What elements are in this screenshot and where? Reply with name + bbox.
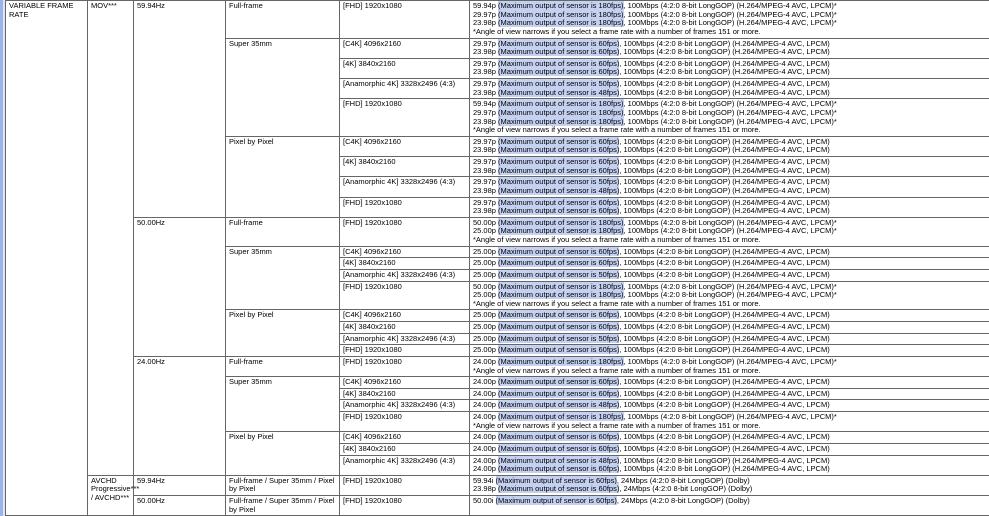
area: Super 35mm bbox=[226, 38, 340, 136]
area: Super 35mm bbox=[226, 246, 340, 310]
detail: 50.00i (Maximum output of sensor is 60fp… bbox=[470, 496, 989, 516]
area: Pixel by Pixel bbox=[226, 432, 340, 476]
detail: 24.00p (Maximum output of sensor is 180f… bbox=[470, 356, 989, 376]
res: [4K] 3840x2160 bbox=[340, 58, 470, 78]
area: Full-frame bbox=[226, 217, 340, 246]
res: [4K] 3840x2160 bbox=[340, 388, 470, 400]
table-row: 50.00Hz Full-frame [FHD] 1920x1080 50.00… bbox=[6, 217, 989, 246]
detail: 24.00p (Maximum output of sensor is 60fp… bbox=[470, 377, 989, 389]
detail: 24.00p (Maximum output of sensor is 60fp… bbox=[470, 388, 989, 400]
area: Pixel by Pixel bbox=[226, 310, 340, 357]
detail: 25.00p (Maximum output of sensor is 60fp… bbox=[470, 246, 989, 258]
detail: 25.00p (Maximum output of sensor is 60fp… bbox=[470, 345, 989, 357]
table-row: AVCHD Progressive*** / AVCHD*** 59.94Hz … bbox=[6, 475, 989, 495]
res: [Anamorphic 4K] 3328x2496 (4:3) bbox=[340, 177, 470, 197]
detail: 50.00p (Maximum output of sensor is 180f… bbox=[470, 217, 989, 246]
res: [FHD] 1920x1080 bbox=[340, 281, 470, 310]
res: [Anamorphic 4K] 3328x2496 (4:3) bbox=[340, 455, 470, 475]
res: [FHD] 1920x1080 bbox=[340, 345, 470, 357]
res: [Anamorphic 4K] 3328x2496 (4:3) bbox=[340, 333, 470, 345]
res: [C4K] 4096x2160 bbox=[340, 38, 470, 58]
detail: 25.00p (Maximum output of sensor is 60fp… bbox=[470, 310, 989, 322]
res: [FHD] 1920x1080 bbox=[340, 99, 470, 137]
detail: 29.97p (Maximum output of sensor is 60fp… bbox=[470, 136, 989, 156]
table-row: VARIABLE FRAME RATE MOV*** 59.94Hz Full-… bbox=[6, 1, 989, 39]
area: Pixel by Pixel bbox=[226, 136, 340, 217]
detail: 24.00p (Maximum output of sensor is 48fp… bbox=[470, 400, 989, 412]
freq: 24.00Hz bbox=[134, 356, 226, 475]
res: [FHD] 1920x1080 bbox=[340, 475, 470, 495]
detail: 59.94p (Maximum output of sensor is 180f… bbox=[470, 99, 989, 137]
detail: 25.00p (Maximum output of sensor is 60fp… bbox=[470, 322, 989, 334]
freq: 50.00Hz bbox=[134, 496, 226, 516]
detail: 24.00p (Maximum output of sensor is 48fp… bbox=[470, 455, 989, 475]
area: Full-frame bbox=[226, 356, 340, 376]
res: [FHD] 1920x1080 bbox=[340, 197, 470, 217]
codec-avchd: AVCHD Progressive*** / AVCHD*** bbox=[88, 475, 134, 516]
detail: 59.94p (Maximum output of sensor is 180f… bbox=[470, 1, 989, 39]
detail: 25.00p (Maximum output of sensor is 50fp… bbox=[470, 269, 989, 281]
res: [FHD] 1920x1080 bbox=[340, 217, 470, 246]
detail: 25.00p (Maximum output of sensor is 60fp… bbox=[470, 258, 989, 270]
detail: 29.97p (Maximum output of sensor is 60fp… bbox=[470, 58, 989, 78]
area: Super 35mm bbox=[226, 377, 340, 432]
detail: 29.97p (Maximum output of sensor is 60fp… bbox=[470, 38, 989, 58]
table-row: 24.00Hz Full-frame [FHD] 1920x1080 24.00… bbox=[6, 356, 989, 376]
res: [C4K] 4096x2160 bbox=[340, 377, 470, 389]
freq: 59.94Hz bbox=[134, 1, 226, 218]
res: [C4K] 4096x2160 bbox=[340, 246, 470, 258]
res: [FHD] 1920x1080 bbox=[340, 412, 470, 432]
codec-mov: MOV*** bbox=[88, 1, 134, 476]
detail: 29.97p (Maximum output of sensor is 60fp… bbox=[470, 157, 989, 177]
res: [FHD] 1920x1080 bbox=[340, 496, 470, 516]
detail: 24.00p (Maximum output of sensor is 60fp… bbox=[470, 443, 989, 455]
freq: 50.00Hz bbox=[134, 217, 226, 356]
res: [4K] 3840x2160 bbox=[340, 443, 470, 455]
detail: 29.97p (Maximum output of sensor is 50fp… bbox=[470, 79, 989, 99]
detail: 24.00p (Maximum output of sensor is 180f… bbox=[470, 412, 989, 432]
res: [C4K] 4096x2160 bbox=[340, 310, 470, 322]
detail: 25.00p (Maximum output of sensor is 50fp… bbox=[470, 333, 989, 345]
spec-table-wrap: VARIABLE FRAME RATE MOV*** 59.94Hz Full-… bbox=[0, 0, 989, 516]
detail: 24.00p (Maximum output of sensor is 60fp… bbox=[470, 432, 989, 444]
table-row: 50.00Hz Full-frame / Super 35mm / Pixel … bbox=[6, 496, 989, 516]
detail: 59.94i (Maximum output of sensor is 60fp… bbox=[470, 475, 989, 495]
freq: 59.94Hz bbox=[134, 475, 226, 495]
cat-header: VARIABLE FRAME RATE bbox=[6, 1, 88, 516]
res: [4K] 3840x2160 bbox=[340, 322, 470, 334]
area: Full-frame / Super 35mm / Pixel by Pixel bbox=[226, 475, 340, 495]
detail: 29.97p (Maximum output of sensor is 60fp… bbox=[470, 197, 989, 217]
res: [C4K] 4096x2160 bbox=[340, 432, 470, 444]
res: [Anamorphic 4K] 3328x2496 (4:3) bbox=[340, 269, 470, 281]
res: [Anamorphic 4K] 3328x2496 (4:3) bbox=[340, 79, 470, 99]
res: [Anamorphic 4K] 3328x2496 (4:3) bbox=[340, 400, 470, 412]
area: Full-frame / Super 35mm / Pixel by Pixel bbox=[226, 496, 340, 516]
res: [FHD] 1920x1080 bbox=[340, 1, 470, 39]
res: [FHD] 1920x1080 bbox=[340, 356, 470, 376]
spec-table: VARIABLE FRAME RATE MOV*** 59.94Hz Full-… bbox=[5, 0, 989, 516]
res: [C4K] 4096x2160 bbox=[340, 136, 470, 156]
detail: 29.97p (Maximum output of sensor is 50fp… bbox=[470, 177, 989, 197]
res: [4K] 3840x2160 bbox=[340, 258, 470, 270]
detail: 50.00p (Maximum output of sensor is 180f… bbox=[470, 281, 989, 310]
res: [4K] 3840x2160 bbox=[340, 157, 470, 177]
area: Full-frame bbox=[226, 1, 340, 39]
